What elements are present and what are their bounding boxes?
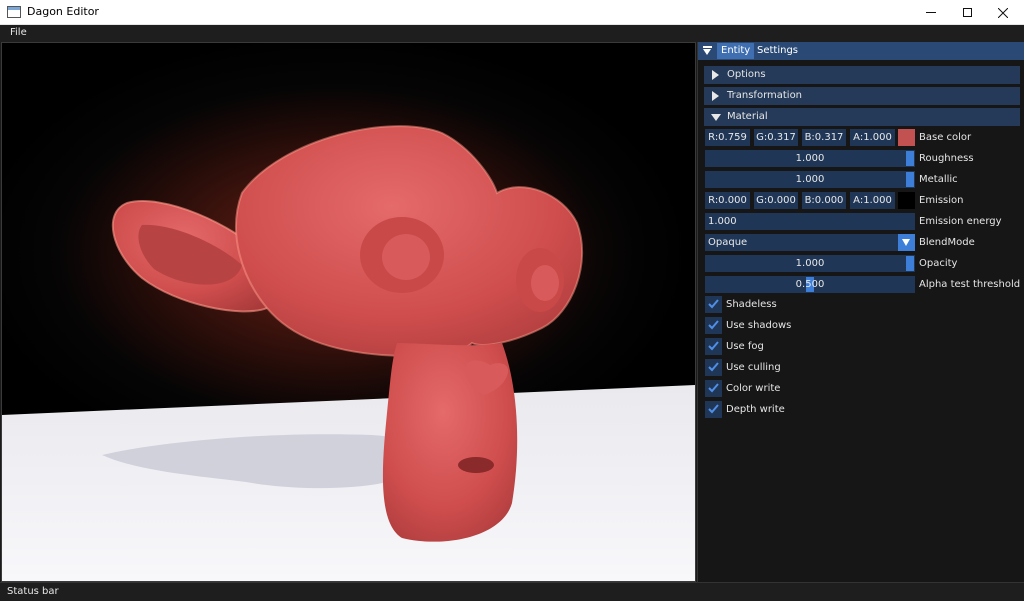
checkmark-icon	[708, 383, 719, 393]
roughness-value: 1.000	[795, 153, 825, 164]
section-options-label: Options	[727, 69, 766, 80]
emission-energy-input[interactable]: 1.000	[705, 213, 915, 230]
maximize-button[interactable]	[949, 0, 985, 25]
blend-mode-value: Opaque	[708, 237, 748, 248]
alpha-test-label: Alpha test threshold	[919, 279, 1021, 290]
use-culling-checkbox[interactable]	[705, 359, 722, 376]
blend-mode-select[interactable]: Opaque	[705, 234, 915, 251]
emission-swatch[interactable]	[898, 192, 915, 209]
alpha-test-value: 0.500	[795, 279, 825, 290]
section-material[interactable]: Material	[704, 108, 1020, 126]
menu-bar: File	[0, 25, 1024, 42]
3d-viewport[interactable]	[1, 42, 696, 582]
opacity-slider-grab[interactable]	[906, 256, 914, 271]
close-icon	[998, 7, 1008, 18]
maximize-icon	[962, 8, 972, 17]
tab-settings[interactable]: Settings	[753, 43, 802, 59]
scene-render	[2, 63, 695, 581]
metallic-label: Metallic	[919, 174, 958, 185]
opacity-label: Opacity	[919, 258, 958, 269]
emission-a-field[interactable]: A:1.000	[850, 192, 895, 209]
menu-file[interactable]: File	[10, 27, 27, 38]
base-color-swatch[interactable]	[898, 129, 915, 146]
tab-entity[interactable]: Entity	[717, 43, 755, 59]
use-culling-label: Use culling	[726, 362, 781, 373]
checkmark-icon	[708, 341, 719, 351]
color-write-label: Color write	[726, 383, 781, 394]
dropdown-arrow-icon[interactable]	[898, 234, 915, 251]
section-material-label: Material	[727, 111, 768, 122]
minimize-button[interactable]	[913, 0, 949, 25]
depth-write-label: Depth write	[726, 404, 785, 415]
metallic-slider[interactable]: 1.000	[705, 171, 915, 188]
status-text: Status bar	[7, 586, 59, 597]
collapse-arrow-icon[interactable]	[703, 46, 713, 56]
use-fog-label: Use fog	[726, 341, 764, 352]
emission-g-field[interactable]: G:0.000	[754, 192, 798, 209]
app-window-icon	[7, 6, 21, 18]
checkmark-icon	[708, 320, 719, 330]
section-transformation-label: Transformation	[727, 90, 803, 101]
roughness-slider[interactable]: 1.000	[705, 150, 915, 167]
blend-mode-label: BlendMode	[919, 237, 975, 248]
monkey-mouth	[458, 457, 494, 473]
checkmark-icon	[708, 299, 719, 309]
use-shadows-checkbox[interactable]	[705, 317, 722, 334]
roughness-label: Roughness	[919, 153, 974, 164]
window-title: Dagon Editor	[27, 5, 99, 18]
expand-arrow-icon	[712, 70, 719, 80]
close-button[interactable]	[985, 0, 1021, 25]
status-bar: Status bar	[0, 582, 1024, 601]
emission-b-field[interactable]: B:0.000	[802, 192, 846, 209]
monkey-eye-right	[531, 265, 559, 301]
shadeless-checkbox[interactable]	[705, 296, 722, 313]
opacity-slider[interactable]: 1.000	[705, 255, 915, 272]
base-color-g-field[interactable]: G:0.317	[754, 129, 798, 146]
color-write-checkbox[interactable]	[705, 380, 722, 397]
tab-bar: Entity Settings	[698, 42, 1024, 60]
minimize-icon	[926, 12, 936, 13]
collapse-arrow-icon	[711, 114, 721, 121]
monkey-eye-left	[382, 234, 430, 280]
section-options[interactable]: Options	[704, 66, 1020, 84]
emission-label: Emission	[919, 195, 964, 206]
depth-write-checkbox[interactable]	[705, 401, 722, 418]
section-transformation[interactable]: Transformation	[704, 87, 1020, 105]
base-color-label: Base color	[919, 132, 972, 143]
expand-arrow-icon	[712, 91, 719, 101]
metallic-slider-grab[interactable]	[906, 172, 914, 187]
base-color-a-field[interactable]: A:1.000	[850, 129, 895, 146]
shadeless-label: Shadeless	[726, 299, 777, 310]
base-color-b-field[interactable]: B:0.317	[802, 129, 846, 146]
roughness-slider-grab[interactable]	[906, 151, 914, 166]
checkmark-icon	[708, 362, 719, 372]
title-bar: Dagon Editor	[0, 0, 1024, 25]
alpha-test-slider[interactable]: 0.500	[705, 276, 915, 293]
emission-energy-label: Emission energy	[919, 216, 1002, 227]
inspector-panel: Entity Settings Options Transformation M…	[697, 42, 1024, 582]
opacity-value: 1.000	[795, 258, 825, 269]
emission-r-field[interactable]: R:0.000	[705, 192, 750, 209]
use-fog-checkbox[interactable]	[705, 338, 722, 355]
editor-window: Dagon Editor File Entity Settings Option…	[0, 0, 1024, 601]
use-shadows-label: Use shadows	[726, 320, 792, 331]
base-color-r-field[interactable]: R:0.759	[705, 129, 750, 146]
metallic-value: 1.000	[795, 174, 825, 185]
checkmark-icon	[708, 404, 719, 414]
